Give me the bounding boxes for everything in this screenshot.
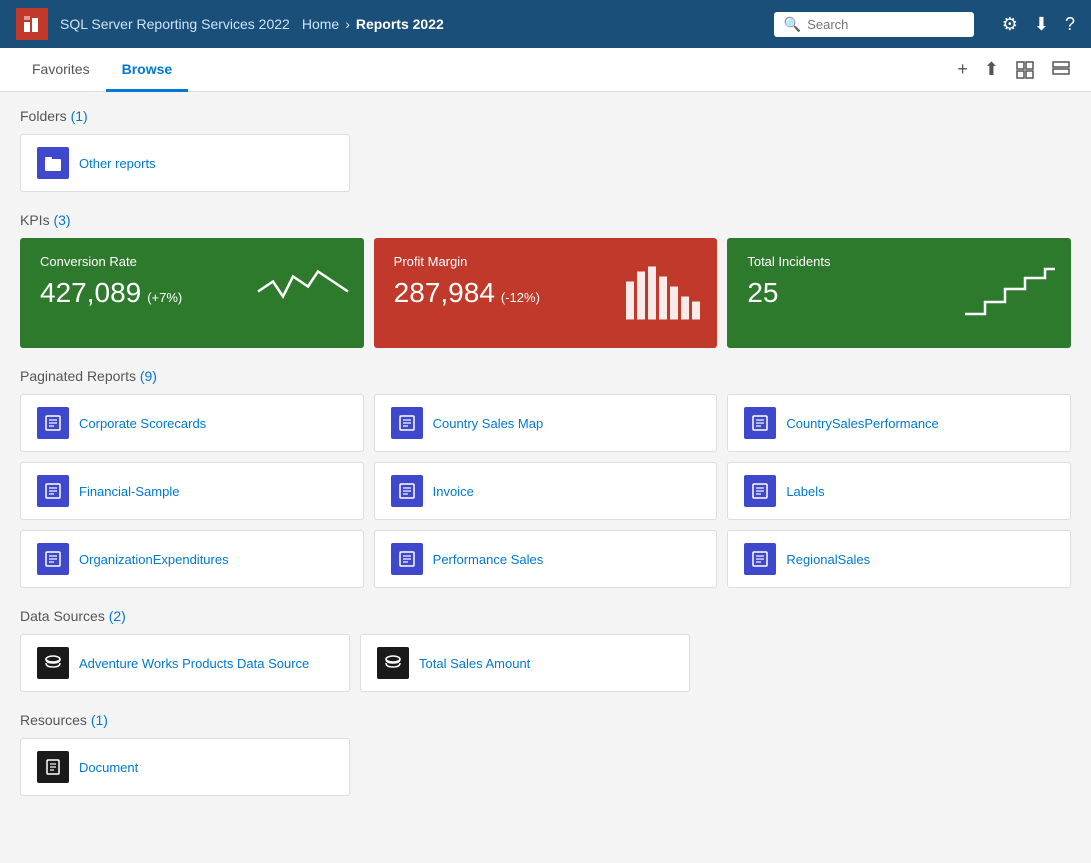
report-corporate-scorecards[interactable]: Corporate Scorecards (20, 394, 364, 452)
report-icon (744, 543, 776, 575)
header: SQL Server Reporting Services 2022 Home … (0, 0, 1091, 48)
kpi-conversion-rate[interactable]: Conversion Rate 427,089 (+7%) (20, 238, 364, 348)
tab-actions: + ⬆ (953, 55, 1075, 84)
resource-icon (37, 751, 69, 783)
kpi-conversion-rate-chart (258, 262, 348, 325)
resources-grid: Document (20, 738, 1071, 796)
main-content: Folders (1) Other reports KPIs (3) Conve… (0, 92, 1091, 863)
kpi-conversion-rate-change: (+7%) (147, 290, 182, 305)
folder-icon (37, 147, 69, 179)
breadcrumb-current: Reports 2022 (356, 16, 444, 32)
kpi-total-incidents[interactable]: Total Incidents 25 (727, 238, 1071, 348)
report-label: Performance Sales (433, 552, 544, 567)
report-organization-expenditures[interactable]: OrganizationExpenditures (20, 530, 364, 588)
report-icon (391, 543, 423, 575)
report-country-sales-map[interactable]: Country Sales Map (374, 394, 718, 452)
report-icon (744, 475, 776, 507)
search-box[interactable]: 🔍 (774, 12, 974, 37)
kpi-profit-margin-change: (-12%) (501, 290, 540, 305)
detail-view-button[interactable] (1047, 56, 1075, 84)
tab-favorites[interactable]: Favorites (16, 49, 106, 92)
folder-other-reports[interactable]: Other reports (20, 134, 350, 192)
report-label: OrganizationExpenditures (79, 552, 229, 567)
report-invoice[interactable]: Invoice (374, 462, 718, 520)
report-label: RegionalSales (786, 552, 870, 567)
download-button[interactable]: ⬇ (1034, 14, 1049, 35)
datasource-label: Adventure Works Products Data Source (79, 656, 309, 671)
help-button[interactable]: ? (1065, 14, 1075, 35)
datasource-adventure-works[interactable]: Adventure Works Products Data Source (20, 634, 350, 692)
kpi-profit-margin-chart (621, 262, 701, 325)
report-label: Financial-Sample (79, 484, 179, 499)
report-icon (391, 475, 423, 507)
datasource-total-sales-amount[interactable]: Total Sales Amount (360, 634, 690, 692)
search-input[interactable] (807, 17, 964, 32)
report-label: Corporate Scorecards (79, 416, 206, 431)
upload-button[interactable]: ⬆ (980, 55, 1003, 84)
report-icon (37, 543, 69, 575)
datasources-grid: Adventure Works Products Data Source Tot… (20, 634, 1071, 692)
kpi-profit-margin-value: 287,984 (394, 277, 495, 309)
breadcrumb: Home › Reports 2022 (302, 16, 444, 32)
app-title: SQL Server Reporting Services 2022 (60, 16, 290, 32)
kpi-profit-margin[interactable]: Profit Margin 287,984 (-12%) (374, 238, 718, 348)
settings-button[interactable]: ⚙ (1002, 14, 1018, 35)
report-labels[interactable]: Labels (727, 462, 1071, 520)
resource-document[interactable]: Document (20, 738, 350, 796)
tile-view-button[interactable] (1011, 56, 1039, 84)
report-icon (391, 407, 423, 439)
kpi-total-incidents-chart (965, 264, 1055, 322)
report-label: CountrySalesPerformance (786, 416, 938, 431)
report-country-sales-performance[interactable]: CountrySalesPerformance (727, 394, 1071, 452)
report-label: Labels (786, 484, 824, 499)
breadcrumb-home[interactable]: Home (302, 16, 339, 32)
data-sources-section-title: Data Sources (2) (20, 608, 1071, 624)
kpis-grid: Conversion Rate 427,089 (+7%) Profit Mar… (20, 238, 1071, 348)
reports-grid: Corporate Scorecards Country Sales Map (20, 394, 1071, 588)
new-button[interactable]: + (953, 55, 972, 84)
breadcrumb-separator: › (345, 16, 350, 32)
header-actions: ⚙ ⬇ ? (1002, 14, 1075, 35)
datasource-icon (37, 647, 69, 679)
report-label: Invoice (433, 484, 474, 499)
folders-grid: Other reports (20, 134, 1071, 192)
report-regional-sales[interactable]: RegionalSales (727, 530, 1071, 588)
report-icon (37, 475, 69, 507)
report-icon (37, 407, 69, 439)
paginated-reports-section-title: Paginated Reports (9) (20, 368, 1071, 384)
app-logo (16, 8, 48, 40)
resources-section-title: Resources (1) (20, 712, 1071, 728)
report-label: Country Sales Map (433, 416, 544, 431)
nav-tabs: Favorites Browse + ⬆ (0, 48, 1091, 92)
folder-label: Other reports (79, 156, 156, 171)
datasource-icon (377, 647, 409, 679)
search-icon: 🔍 (784, 16, 801, 33)
tab-browse[interactable]: Browse (106, 49, 189, 92)
report-performance-sales[interactable]: Performance Sales (374, 530, 718, 588)
datasource-label: Total Sales Amount (419, 656, 530, 671)
report-financial-sample[interactable]: Financial-Sample (20, 462, 364, 520)
kpi-conversion-rate-value: 427,089 (40, 277, 141, 309)
folders-section-title: Folders (1) (20, 108, 1071, 124)
report-icon (744, 407, 776, 439)
kpis-section-title: KPIs (3) (20, 212, 1071, 228)
resource-label: Document (79, 760, 138, 775)
